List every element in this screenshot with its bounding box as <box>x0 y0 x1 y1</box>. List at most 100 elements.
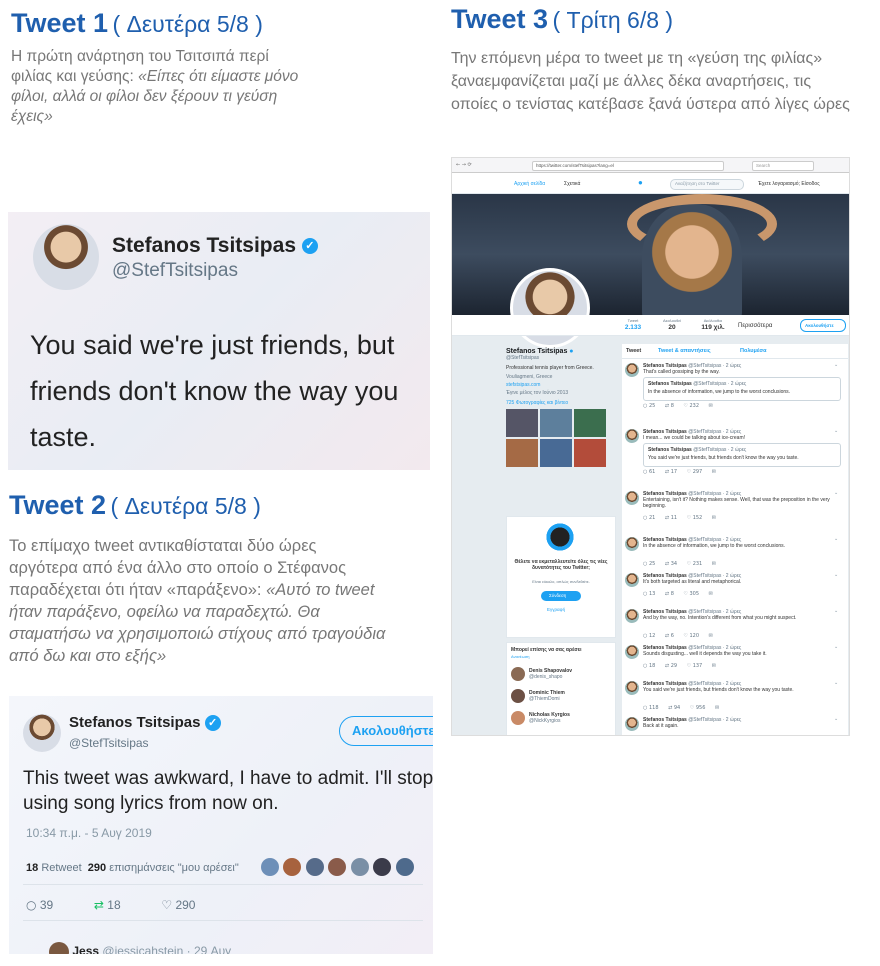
reply-icon[interactable]: ○ <box>643 705 647 711</box>
chevron-down-icon[interactable]: ⌄ <box>834 490 838 496</box>
photo-thumb[interactable] <box>506 439 538 467</box>
like-icon[interactable]: ♡ <box>687 515 691 521</box>
message-icon[interactable]: ✉ <box>712 469 716 475</box>
nav-home[interactable]: Αρχική σελίδα <box>514 181 545 187</box>
message-icon[interactable]: ✉ <box>712 663 716 669</box>
reply-icon[interactable]: ○ <box>643 403 647 409</box>
quoted-text: You said we're just friends, but friends… <box>648 455 799 461</box>
retweet-icon[interactable]: ⇄ <box>665 515 669 521</box>
signup-login-button[interactable]: Σύνδεση <box>541 591 581 601</box>
register-link[interactable]: Εγγραφή <box>547 607 565 613</box>
tweet-item[interactable]: Stefanos Tsitsipas @StefTsitsipas · 2 ώρ… <box>622 359 848 426</box>
quoted-tweet[interactable]: Stefanos Tsitsipas @StefTsitsipas · 2 ώρ… <box>643 443 841 467</box>
signup-illustration <box>537 523 583 551</box>
chevron-down-icon[interactable]: ⌄ <box>834 644 838 650</box>
tweet-item[interactable]: Stefanos Tsitsipas @StefTsitsipas · 2 ώρ… <box>622 677 848 714</box>
reply-icon[interactable]: ○ <box>643 633 647 639</box>
next-user: Jess <box>72 944 100 954</box>
reply-icon[interactable]: ○ <box>643 515 647 521</box>
like-icon[interactable]: ♡ <box>683 403 687 409</box>
browser-search[interactable]: Search <box>752 161 814 171</box>
profile-handle: @StefTsitsipas <box>506 355 540 361</box>
tweet-item[interactable]: Stefanos Tsitsipas @StefTsitsipas · 2 ώρ… <box>622 487 848 534</box>
tweet-text: You said we're just friends, but friends… <box>643 687 794 693</box>
retweet-icon[interactable]: ⇄ <box>94 898 104 912</box>
tweet-item[interactable]: Stefanos Tsitsipas @StefTsitsipas · 2 ώρ… <box>622 641 848 678</box>
login-link[interactable]: Έχετε λογαριασμό; Είσοδος <box>758 181 820 187</box>
photo-thumb[interactable] <box>540 439 572 467</box>
chevron-down-icon[interactable]: ⌄ <box>834 608 838 614</box>
stat-following[interactable]: Ακολουθεί 20 <box>658 318 686 332</box>
suggestions-box: Μπορεί επίσης να σας αρέσει Ανανέωση Den… <box>506 642 616 735</box>
message-icon[interactable]: ✉ <box>709 591 713 597</box>
twitter-search-input[interactable]: Αναζήτηση στο Twitter <box>670 179 744 190</box>
tab-media[interactable]: Πολυμέσα <box>740 348 767 354</box>
profile-follow-button[interactable]: Ακολουθήστε <box>800 319 846 332</box>
retweet-count-action: 18 <box>107 898 121 912</box>
retweet-icon[interactable]: ⇄ <box>665 591 669 597</box>
reply-icon[interactable]: ○ <box>26 898 36 912</box>
retweet-icon[interactable]: ⇄ <box>665 633 669 639</box>
tweet-item[interactable]: Stefanos Tsitsipas @StefTsitsipas · 2 ώρ… <box>622 569 848 606</box>
quoted-tweet[interactable]: Stefanos Tsitsipas @StefTsitsipas · 2 ώρ… <box>643 377 841 401</box>
photo-grid <box>506 409 614 467</box>
photo-thumb[interactable] <box>574 439 606 467</box>
follow-button[interactable]: Ακολουθήστε <box>339 716 433 746</box>
reply-icon[interactable]: ○ <box>643 561 647 567</box>
chevron-down-icon[interactable]: ⌄ <box>834 572 838 578</box>
reply-icon[interactable]: ○ <box>643 663 647 669</box>
chevron-down-icon[interactable]: ⌄ <box>834 716 838 722</box>
photo-thumb[interactable] <box>540 409 572 437</box>
chevron-down-icon[interactable]: ⌄ <box>834 362 838 368</box>
tab-replies[interactable]: Tweet & απαντήσεις <box>658 348 711 354</box>
like-icon[interactable]: ♡ <box>687 561 691 567</box>
tab-tweets[interactable]: Tweet <box>626 348 641 354</box>
profile-site[interactable]: stefstsipas.com <box>506 382 614 388</box>
message-icon[interactable]: ✉ <box>709 633 713 639</box>
stat-followers[interactable]: Ακόλουθοι 119 χιλ. <box>698 318 728 332</box>
tweet-item[interactable]: Stefanos Tsitsipas @StefTsitsipas · 2 ώρ… <box>622 425 848 488</box>
twitter-profile-screenshot: ← → ⟳ https://twitter.com/stefTsitsipas?… <box>451 157 850 736</box>
message-icon[interactable]: ✉ <box>715 705 719 711</box>
reply-count: 21 <box>648 515 656 521</box>
retweet-count: 94 <box>673 705 681 711</box>
back-icon[interactable]: ← → ⟳ <box>456 162 472 168</box>
retweet-icon[interactable]: ⇄ <box>665 663 669 669</box>
chevron-down-icon[interactable]: ⌄ <box>834 428 838 434</box>
retweet-icon[interactable]: ⇄ <box>665 561 669 567</box>
like-icon[interactable]: ♡ <box>690 705 694 711</box>
like-icon[interactable]: ♡ <box>161 898 172 912</box>
reply-icon[interactable]: ○ <box>643 591 647 597</box>
profile-avatar[interactable] <box>510 268 590 348</box>
photo-thumb[interactable] <box>574 409 606 437</box>
tweet-item[interactable]: Stefanos Tsitsipas @StefTsitsipas · 2 ώρ… <box>622 713 848 735</box>
like-count: 232 <box>689 403 700 409</box>
like-count: 137 <box>692 663 703 669</box>
retweet-icon[interactable]: ⇄ <box>665 469 669 475</box>
quoted-author: Stefanos Tsitsipas <box>648 381 692 387</box>
like-icon[interactable]: ♡ <box>687 663 691 669</box>
like-icon[interactable]: ♡ <box>683 633 687 639</box>
photo-thumb[interactable] <box>506 409 538 437</box>
tweet-item[interactable]: Stefanos Tsitsipas @StefTsitsipas · 2 ώρ… <box>622 533 848 570</box>
nav-about[interactable]: Σχετικά <box>564 181 580 187</box>
like-icon[interactable]: ♡ <box>687 469 691 475</box>
retweet-icon[interactable]: ⇄ <box>665 403 669 409</box>
message-icon[interactable]: ✉ <box>712 515 716 521</box>
signup-title: Θέλετε να εκμεταλλευτείτε όλες τις νέες … <box>514 559 608 571</box>
avatar <box>625 609 639 623</box>
chevron-down-icon[interactable]: ⌄ <box>834 680 838 686</box>
tweet-item[interactable]: Stefanos Tsitsipas @StefTsitsipas · 2 ώρ… <box>622 605 848 642</box>
message-icon[interactable]: ✉ <box>712 561 716 567</box>
reply-icon[interactable]: ○ <box>643 469 647 475</box>
stat-tweets[interactable]: Tweet 2.133 <box>622 318 644 332</box>
chevron-down-icon[interactable]: ⌄ <box>834 536 838 542</box>
like-icon[interactable]: ♡ <box>683 591 687 597</box>
address-bar[interactable]: https://twitter.com/stefTsitsipas?lang=e… <box>532 161 724 171</box>
more-menu[interactable]: Περισσότερα <box>738 323 772 329</box>
login-label: Σύνδεση <box>549 593 567 598</box>
message-icon[interactable]: ✉ <box>709 403 713 409</box>
photos-link[interactable]: 725 Φωτογραφίες και βίντεο <box>506 400 614 406</box>
retweet-icon[interactable]: ⇄ <box>668 705 672 711</box>
refresh-link[interactable]: Ανανέωση <box>511 654 530 660</box>
